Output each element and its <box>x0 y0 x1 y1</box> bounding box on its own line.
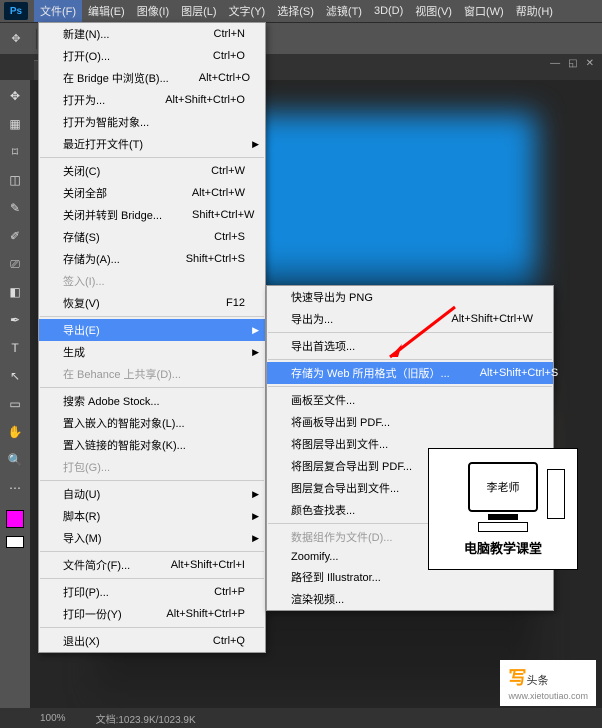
menu-file[interactable]: 文件(F) <box>34 0 82 22</box>
monitor-icon: 李老师 <box>468 462 538 512</box>
menu-item[interactable]: 搜索 Adobe Stock... <box>39 390 265 412</box>
menu-item[interactable]: 脚本(R)▶ <box>39 505 265 527</box>
menu-item[interactable]: 导出(E)▶ <box>39 319 265 341</box>
brush-tool-icon[interactable]: ✐ <box>4 226 26 246</box>
menu-layer[interactable]: 图层(L) <box>175 0 222 22</box>
menu-item: 签入(I)... <box>39 270 265 292</box>
submenu-arrow-icon: ▶ <box>252 489 259 500</box>
menu-item[interactable]: 导入(M)▶ <box>39 527 265 549</box>
menu-item[interactable]: 打开为智能对象... <box>39 111 265 133</box>
menu-item: 打包(G)... <box>39 456 265 478</box>
zoom-tool-icon[interactable]: 🔍 <box>4 450 26 470</box>
menu-item[interactable]: 渲染视频... <box>267 588 553 610</box>
menu-filter[interactable]: 滤镜(T) <box>320 0 368 22</box>
move-tool-icon[interactable]: ✥ <box>4 86 26 106</box>
submenu-arrow-icon: ▶ <box>252 139 259 150</box>
menu-type[interactable]: 文字(Y) <box>223 0 272 22</box>
keyboard-icon <box>478 522 528 532</box>
watermark-text: 头条 <box>526 675 548 687</box>
type-tool-icon[interactable]: T <box>4 338 26 358</box>
menu-item[interactable]: 将画板导出到 PDF... <box>267 411 553 433</box>
status-bar: 100% 文档:1023.9K/1023.9K <box>30 708 602 728</box>
menu-window[interactable]: 窗口(W) <box>458 0 510 22</box>
menu-item[interactable]: 存储为(A)...Shift+Ctrl+S <box>39 248 265 270</box>
watermark-brand: 写 <box>508 668 526 688</box>
menu-item[interactable]: 存储为 Web 所用格式（旧版）...Alt+Shift+Ctrl+S <box>267 362 553 384</box>
marquee-tool-icon[interactable]: ▦ <box>4 114 26 134</box>
menu-image[interactable]: 图像(I) <box>131 0 175 22</box>
app-logo: Ps <box>4 2 28 20</box>
shape-tool-icon[interactable]: ▭ <box>4 394 26 414</box>
foreground-color-swatch[interactable] <box>6 510 24 528</box>
menu-select[interactable]: 选择(S) <box>271 0 320 22</box>
submenu-arrow-icon: ▶ <box>252 347 259 358</box>
menu-item[interactable]: 最近打开文件(T)▶ <box>39 133 265 155</box>
menu-item: 在 Behance 上共享(D)... <box>39 363 265 385</box>
menu-item[interactable]: 置入链接的智能对象(K)... <box>39 434 265 456</box>
submenu-arrow-icon: ▶ <box>252 511 259 522</box>
more-tools-icon[interactable]: ⋯ <box>4 478 26 498</box>
menu-item[interactable]: 存储(S)Ctrl+S <box>39 226 265 248</box>
minimize-icon[interactable]: — <box>550 58 560 69</box>
background-color-swatch[interactable] <box>6 536 24 548</box>
gradient-tool-icon[interactable]: ◧ <box>4 282 26 302</box>
computer-tower-icon <box>547 469 565 519</box>
menubar: Ps 文件(F) 编辑(E) 图像(I) 图层(L) 文字(Y) 选择(S) 滤… <box>0 0 602 22</box>
menu-item[interactable]: 在 Bridge 中浏览(B)...Alt+Ctrl+O <box>39 67 265 89</box>
tools-panel: ✥ ▦ ⌑ ◫ ✎ ✐ ⎚ ◧ ✒ T ↖ ▭ ✋ 🔍 ⋯ <box>0 80 30 708</box>
menu-item[interactable]: 关闭(C)Ctrl+W <box>39 160 265 182</box>
submenu-arrow-icon: ▶ <box>252 533 259 544</box>
menu-item[interactable]: 打印(P)...Ctrl+P <box>39 581 265 603</box>
file-menu: 新建(N)...Ctrl+N打开(O)...Ctrl+O在 Bridge 中浏览… <box>38 22 266 653</box>
menu-item[interactable]: 导出为...Alt+Shift+Ctrl+W <box>267 308 553 330</box>
site-watermark: 写头条 www.xietoutiao.com <box>500 660 596 706</box>
menu-item[interactable]: 退出(X)Ctrl+Q <box>39 630 265 652</box>
close-icon[interactable]: ✕ <box>586 58 594 69</box>
lasso-tool-icon[interactable]: ⌑ <box>4 142 26 162</box>
submenu-arrow-icon: ▶ <box>252 325 259 336</box>
menu-item[interactable]: 恢复(V)F12 <box>39 292 265 314</box>
menu-item[interactable]: 生成▶ <box>39 341 265 363</box>
menu-item[interactable]: 画板至文件... <box>267 389 553 411</box>
clone-tool-icon[interactable]: ⎚ <box>4 254 26 274</box>
menu-item[interactable]: 打开(O)...Ctrl+O <box>39 45 265 67</box>
zoom-level[interactable]: 100% <box>40 713 66 724</box>
window-controls: — ◱ ✕ <box>550 58 594 69</box>
teacher-card: 李老师 电脑教学课堂 <box>428 448 578 570</box>
menu-item[interactable]: 导出首选项... <box>267 335 553 357</box>
watermark-url: www.xietoutiao.com <box>508 691 588 701</box>
menu-item[interactable]: 打印一份(Y)Alt+Shift+Ctrl+P <box>39 603 265 625</box>
menu-item[interactable]: 文件简介(F)...Alt+Shift+Ctrl+I <box>39 554 265 576</box>
move-tool-icon: ✥ <box>6 29 26 49</box>
eyedropper-tool-icon[interactable]: ✎ <box>4 198 26 218</box>
pen-tool-icon[interactable]: ✒ <box>4 310 26 330</box>
menu-edit[interactable]: 编辑(E) <box>82 0 131 22</box>
monitor-base <box>488 514 518 520</box>
menu-item[interactable]: 关闭并转到 Bridge...Shift+Ctrl+W <box>39 204 265 226</box>
menu-item[interactable]: 自动(U)▶ <box>39 483 265 505</box>
menu-view[interactable]: 视图(V) <box>409 0 458 22</box>
menu-item[interactable]: 置入嵌入的智能对象(L)... <box>39 412 265 434</box>
menu-3d[interactable]: 3D(D) <box>368 2 409 20</box>
path-tool-icon[interactable]: ↖ <box>4 366 26 386</box>
menu-help[interactable]: 帮助(H) <box>510 0 559 22</box>
menu-item[interactable]: 打开为...Alt+Shift+Ctrl+O <box>39 89 265 111</box>
menu-item[interactable]: 新建(N)...Ctrl+N <box>39 23 265 45</box>
menu-item[interactable]: 快速导出为 PNG <box>267 286 553 308</box>
restore-icon[interactable]: ◱ <box>568 58 577 69</box>
hand-tool-icon[interactable]: ✋ <box>4 422 26 442</box>
doc-size: 文档:1023.9K/1023.9K <box>96 711 196 726</box>
teacher-title: 电脑教学课堂 <box>464 538 542 557</box>
menu-item[interactable]: 关闭全部Alt+Ctrl+W <box>39 182 265 204</box>
crop-tool-icon[interactable]: ◫ <box>4 170 26 190</box>
